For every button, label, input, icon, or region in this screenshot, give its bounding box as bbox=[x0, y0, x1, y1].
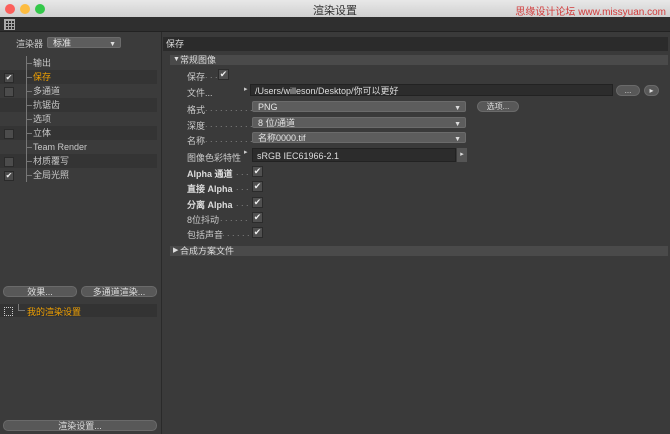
list-item-material-override[interactable]: 材质覆写 bbox=[0, 154, 157, 168]
preset-name: 我的渲染设置 bbox=[27, 307, 82, 317]
include-sound-checkbox[interactable]: ✔ bbox=[252, 227, 263, 238]
list-item-label: 保存 bbox=[33, 72, 52, 82]
chevron-down-icon: ▼ bbox=[109, 41, 116, 48]
alpha-channel-checkbox[interactable]: ✔ bbox=[252, 166, 263, 177]
separate-alpha-checkbox[interactable]: ✔ bbox=[252, 197, 263, 208]
alpha-channel-label: Alpha 通道 bbox=[187, 169, 233, 179]
list-item-label: Team Render bbox=[33, 142, 88, 152]
list-item-label: 抗锯齿 bbox=[33, 100, 61, 110]
file-label: 文件... bbox=[187, 88, 213, 98]
effects-button[interactable]: 效果... bbox=[3, 286, 77, 297]
chevron-down-icon: ▼ bbox=[454, 105, 461, 112]
renderer-value: 标准 bbox=[53, 38, 72, 48]
name-value: 名称0000.tif bbox=[258, 133, 306, 143]
title-bar: 渲染设置 思缘设计论坛 www.missyuan.com bbox=[0, 0, 670, 18]
save-label: 保存 bbox=[187, 72, 206, 82]
checkbox bbox=[4, 59, 12, 67]
options-button[interactable]: 选项... bbox=[477, 101, 519, 112]
multipass-render-button[interactable]: 多通道渲染... bbox=[81, 286, 157, 297]
checkbox[interactable] bbox=[4, 87, 14, 97]
include-sound-label: 包括声音 bbox=[187, 230, 224, 240]
color-profile-label: 图像色彩特性 bbox=[187, 153, 242, 163]
profile-menu-arrow-icon[interactable]: ▸ bbox=[457, 148, 467, 162]
grid-menu-icon[interactable] bbox=[4, 19, 15, 30]
section-title: 常规图像 bbox=[180, 55, 217, 65]
list-item-stereo[interactable]: 立体 bbox=[0, 126, 157, 140]
list-item-label: 材质覆写 bbox=[33, 156, 70, 166]
panel-header: 保存 bbox=[163, 37, 668, 51]
list-item-label: 多通道 bbox=[33, 86, 61, 96]
list-item-output[interactable]: 输出 bbox=[0, 56, 157, 70]
list-item-label: 输出 bbox=[33, 58, 52, 68]
straight-alpha-label: 直接 Alpha bbox=[187, 184, 233, 194]
list-item-antialiasing[interactable]: 抗锯齿 bbox=[0, 98, 157, 112]
section-general-image[interactable]: ▼ 常规图像 bbox=[170, 55, 668, 65]
depth-dropdown[interactable]: 8 位/通道 ▼ bbox=[252, 117, 466, 128]
chevron-down-icon: ▼ bbox=[454, 136, 461, 143]
checkbox-checked[interactable]: ✔ bbox=[4, 73, 14, 83]
section-title: 合成方案文件 bbox=[180, 246, 235, 256]
file-path-field[interactable]: /Users/willeson/Desktop/你可以更好 bbox=[250, 84, 613, 96]
list-item-label: 立体 bbox=[33, 128, 52, 138]
expand-arrow-icon[interactable]: ▸ bbox=[244, 148, 248, 156]
triangle-down-icon: ▼ bbox=[173, 56, 180, 63]
straight-alpha-checkbox[interactable]: ✔ bbox=[252, 181, 263, 192]
renderer-dropdown[interactable]: 标准 ▼ bbox=[47, 37, 121, 48]
list-item-label: 全局光照 bbox=[33, 170, 70, 180]
triangle-right-icon: ▶ bbox=[173, 247, 179, 254]
save-checkbox[interactable]: ✔ bbox=[218, 69, 229, 80]
list-item-multipass[interactable]: 多通道 bbox=[0, 84, 157, 98]
list-item-global-illumination[interactable]: ✔ 全局光照 bbox=[0, 168, 157, 182]
name-dropdown[interactable]: 名称0000.tif ▼ bbox=[252, 132, 466, 143]
list-item-options[interactable]: 选项 bbox=[0, 112, 157, 126]
name-label: 名称 bbox=[187, 136, 206, 146]
watermark: 思缘设计论坛 www.missyuan.com bbox=[515, 7, 666, 18]
preset-icon bbox=[4, 307, 13, 316]
section-composite-file[interactable]: ▶ 合成方案文件 bbox=[170, 246, 668, 256]
renderer-label: 渲染器 bbox=[16, 39, 44, 49]
expand-arrow-icon[interactable]: ▸ bbox=[244, 85, 248, 93]
list-item-label: 选项 bbox=[33, 114, 52, 124]
format-dropdown[interactable]: PNG ▼ bbox=[252, 101, 466, 112]
list-item-save[interactable]: ✔ 保存 bbox=[0, 70, 157, 84]
toolbar bbox=[0, 17, 670, 32]
play-icon[interactable]: ▸ bbox=[644, 85, 659, 96]
checkbox-checked[interactable]: ✔ bbox=[4, 171, 14, 181]
depth-value: 8 位/通道 bbox=[258, 118, 296, 128]
render-settings-button[interactable]: 渲染设置... bbox=[3, 420, 157, 431]
depth-label: 深度 bbox=[187, 121, 206, 131]
checkbox[interactable] bbox=[4, 157, 14, 167]
format-label: 格式 bbox=[187, 105, 206, 115]
browse-button[interactable]: ... bbox=[616, 85, 640, 96]
separate-alpha-label: 分离 Alpha bbox=[187, 200, 233, 210]
dither-checkbox[interactable]: ✔ bbox=[252, 212, 263, 223]
preset-row[interactable]: 我的渲染设置 bbox=[0, 304, 157, 317]
chevron-down-icon: ▼ bbox=[454, 121, 461, 128]
dither-label: 8位抖动 bbox=[187, 215, 220, 225]
checkbox[interactable] bbox=[4, 129, 14, 139]
color-profile-field[interactable]: sRGB IEC61966-2.1 bbox=[252, 148, 456, 162]
format-value: PNG bbox=[258, 102, 278, 112]
list-item-team-render[interactable]: Team Render bbox=[0, 140, 157, 154]
